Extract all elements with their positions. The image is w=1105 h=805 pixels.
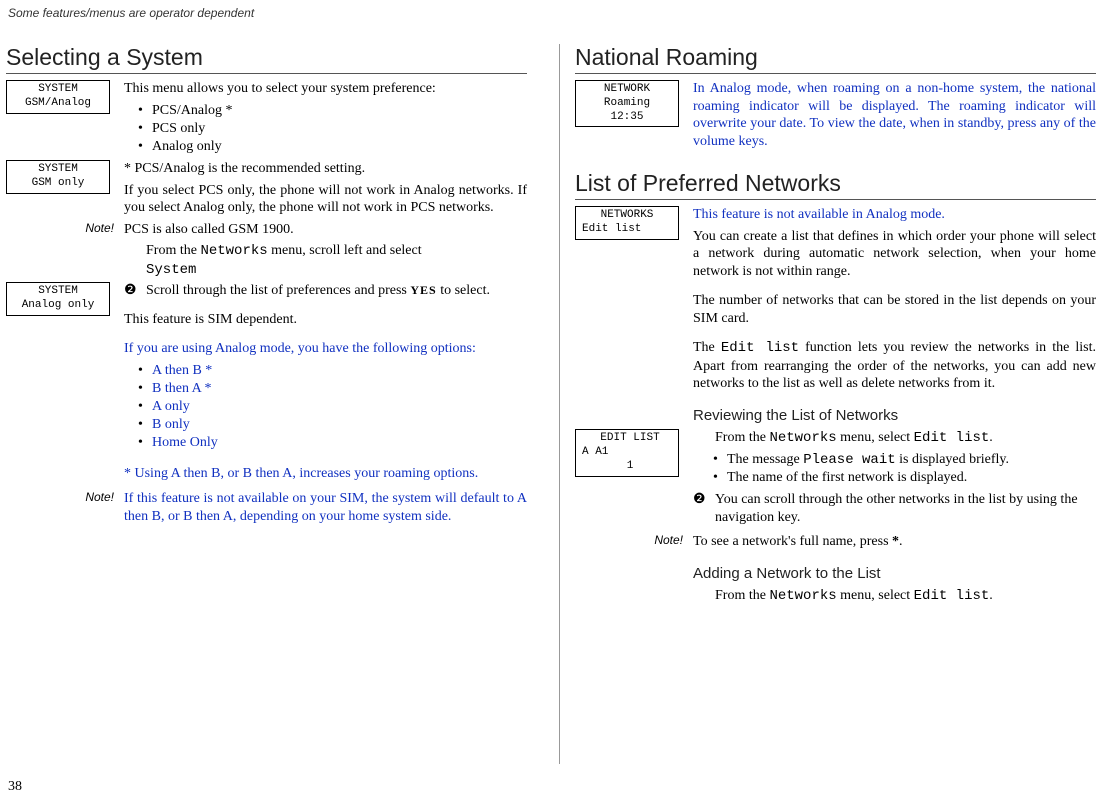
screen-line: SYSTEM — [7, 163, 109, 177]
text-sim-dependent: This feature is SIM dependent. — [124, 311, 527, 329]
step-scroll-networks: You can scroll through the other network… — [715, 491, 1096, 526]
screen-line: 12:35 — [576, 111, 678, 125]
step-number-2: ❷ — [124, 282, 146, 300]
heading-adding-network: Adding a Network to the List — [693, 565, 1096, 584]
heading-reviewing-list: Reviewing the List of Networks — [693, 407, 1096, 426]
note-text: To see a network's full name, press *. — [693, 533, 1096, 551]
screen-line: Edit list — [576, 223, 678, 237]
text-national-roaming: In Analog mode, when roaming on a non-ho… — [693, 80, 1096, 150]
screen-line: A A1 — [582, 446, 678, 460]
heading-preferred-networks: List of Preferred Networks — [575, 170, 1096, 200]
option-item: A then B * — [124, 362, 527, 380]
step-add-from-networks: From the Networks menu, select Edit list… — [715, 587, 1096, 606]
page-columns: Selecting a System SYSTEM GSM/Analog Thi… — [6, 44, 1099, 609]
heading-national-roaming: National Roaming — [575, 44, 1096, 74]
screen-line: 1 — [582, 460, 678, 474]
option-item: B then A * — [124, 380, 527, 398]
page-number: 38 — [8, 779, 22, 795]
screen-line: GSM/Analog — [7, 97, 109, 111]
screen-networks-edit-list: NETWORKS Edit list — [575, 206, 679, 240]
screen-line: SYSTEM — [7, 83, 109, 97]
option-item: PCS/Analog * — [124, 102, 527, 120]
screen-line: EDIT LIST — [582, 432, 678, 446]
note-text: If this feature is not available on your… — [124, 490, 527, 525]
step-scroll-select: Scroll through the list of preferences a… — [146, 282, 527, 300]
text-recommended: * PCS/Analog is the recommended setting. — [124, 160, 527, 178]
option-item: PCS only — [124, 120, 527, 138]
text-pcs-analog-explain: If you select PCS only, the phone will n… — [124, 182, 527, 217]
note-label: Note! — [6, 490, 124, 504]
screen-network-roaming: NETWORK Roaming 12:35 — [575, 80, 679, 127]
screen-line: Roaming — [576, 97, 678, 111]
option-item: B only — [124, 416, 527, 434]
screen-system-gsm-analog: SYSTEM GSM/Analog — [6, 80, 110, 114]
step-from-networks: From the Networks menu, scroll left and … — [146, 242, 527, 279]
text-num-networks: The number of networks that can be store… — [693, 292, 1096, 327]
screen-edit-list: EDIT LIST A A1 1 — [575, 429, 679, 476]
screen-system-analog-only: SYSTEM Analog only — [6, 282, 110, 316]
note-label: Note! — [6, 221, 124, 235]
screen-line: NETWORK — [576, 83, 678, 97]
option-item: Home Only — [124, 434, 527, 452]
note-label: Note! — [575, 533, 693, 547]
text-roaming-options: * Using A then B, or B then A, increases… — [124, 465, 527, 483]
option-item: Analog only — [124, 138, 527, 156]
option-item: A only — [124, 398, 527, 416]
heading-selecting-system: Selecting a System — [6, 44, 527, 74]
left-column: Selecting a System SYSTEM GSM/Analog Thi… — [6, 44, 551, 609]
text-not-available-analog: This feature is not available in Analog … — [693, 206, 1096, 224]
sub-bullet: The message Please wait is displayed bri… — [699, 451, 1096, 469]
screen-system-gsm-only: SYSTEM GSM only — [6, 160, 110, 194]
text-create-list: You can create a list that defines in wh… — [693, 228, 1096, 281]
intro-text: This menu allows you to select your syst… — [124, 80, 527, 98]
screen-line: GSM only — [7, 177, 109, 191]
note-text: PCS is also called GSM 1900. — [124, 221, 527, 239]
sub-bullet: The name of the first network is display… — [699, 469, 1096, 487]
text-analog-options: If you are using Analog mode, you have t… — [124, 340, 527, 358]
screen-line: SYSTEM — [7, 285, 109, 299]
header-note: Some features/menus are operator depende… — [8, 6, 254, 20]
screen-line: NETWORKS — [576, 209, 678, 223]
step-from-networks-edit: From the Networks menu, select Edit list… — [715, 429, 1096, 448]
step-number-2: ❷ — [693, 491, 715, 509]
right-column: National Roaming NETWORK Roaming 12:35 I… — [551, 44, 1096, 609]
text-edit-list-function: The Edit list function lets you review t… — [693, 339, 1096, 393]
screen-line: Analog only — [7, 299, 109, 313]
